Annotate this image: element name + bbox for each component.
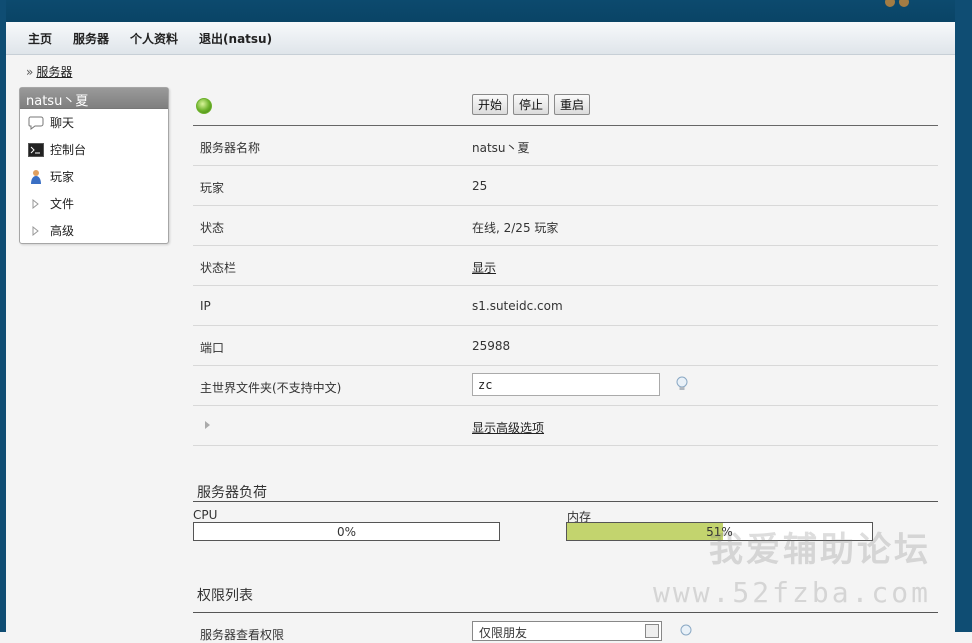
info-row-statusbar: 状态栏 显示 <box>193 246 938 286</box>
info-row-server-name: 服务器名称 natsu丶夏 <box>193 126 938 166</box>
nav-profile[interactable]: 个人资料 <box>130 30 178 47</box>
right-frame <box>955 0 972 632</box>
statusbar-show-link[interactable]: 显示 <box>472 259 496 276</box>
watermark-title: 我爱辅助论坛 <box>709 530 931 570</box>
permission-select-value: 仅限朋友 <box>479 626 528 640</box>
sidebar-item-console[interactable]: 控制台 <box>20 136 168 163</box>
server-load-title: 服务器负荷 <box>197 485 267 501</box>
chevron-down-icon <box>645 624 659 638</box>
nav-logout[interactable]: 退出(natsu) <box>199 30 272 47</box>
expand-arrow-icon <box>28 223 44 239</box>
cpu-meter-value: 0% <box>336 525 357 539</box>
section-divider <box>193 501 938 502</box>
info-key: 服务器名称 <box>200 141 261 155</box>
breadcrumb-separator: » <box>26 65 34 79</box>
sidebar-item-label: 高级 <box>50 224 75 238</box>
console-icon <box>28 142 44 158</box>
lightbulb-icon[interactable] <box>678 624 694 640</box>
sidebar-item-label: 文件 <box>50 197 75 211</box>
info-row-status: 状态 在线, 2/25 玩家 <box>193 206 938 246</box>
breadcrumb: » 服务器 <box>26 63 72 80</box>
info-value: s1.suteidc.com <box>472 299 563 313</box>
restart-button[interactable]: 重启 <box>554 94 591 115</box>
info-key: 状态 <box>200 221 225 235</box>
info-row-advanced: 显示高级选项 <box>193 406 938 446</box>
info-row-ip: IP s1.suteidc.com <box>193 286 938 326</box>
info-row-world-folder: 主世界文件夹(不支持中文) <box>193 366 938 406</box>
show-advanced-options-link[interactable]: 显示高级选项 <box>472 419 544 436</box>
banner-decoration <box>881 0 915 7</box>
sidebar-item-players[interactable]: 玩家 <box>20 163 168 190</box>
expand-arrow-icon <box>28 196 44 212</box>
server-control-row: 开始 停止 重启 <box>193 87 938 126</box>
server-detail: 开始 停止 重启 服务器名称 natsu丶夏 玩家 25 状态 在线, 2/25… <box>193 87 938 446</box>
sidebar-item-label: 聊天 <box>50 116 75 130</box>
nav-servers[interactable]: 服务器 <box>73 30 109 47</box>
info-key: 端口 <box>200 341 225 355</box>
sidebar-item-advanced[interactable]: 高级 <box>20 217 168 244</box>
sidebar-item-label: 控制台 <box>50 143 87 157</box>
nav-home[interactable]: 主页 <box>28 30 52 47</box>
info-key: IP <box>200 299 211 313</box>
sidebar-item-chat[interactable]: 聊天 <box>20 109 168 136</box>
server-menu-title: natsu丶夏 <box>20 88 168 109</box>
permissions-title: 权限列表 <box>197 588 253 604</box>
info-value: 25 <box>472 179 488 193</box>
info-key: 状态栏 <box>200 261 237 275</box>
permission-select[interactable]: 仅限朋友 <box>472 621 662 641</box>
sidebar-item-label: 玩家 <box>50 170 75 184</box>
permission-row-label: 服务器查看权限 <box>200 628 285 642</box>
lightbulb-icon[interactable] <box>674 376 690 392</box>
top-nav: 主页 服务器 个人资料 退出(natsu) <box>6 22 955 55</box>
online-status-icon <box>196 98 212 114</box>
info-row-port: 端口 25988 <box>193 326 938 366</box>
section-divider <box>193 612 938 613</box>
cpu-label: CPU <box>193 508 218 522</box>
info-key: 玩家 <box>200 181 225 195</box>
server-side-menu: natsu丶夏 聊天 控制台 玩家 文件 高级 <box>19 87 169 244</box>
stop-button[interactable]: 停止 <box>513 94 550 115</box>
world-folder-input[interactable] <box>472 373 660 396</box>
cpu-meter: 0% <box>193 522 500 541</box>
info-row-players: 玩家 25 <box>193 166 938 206</box>
info-key: 主世界文件夹(不支持中文) <box>200 381 342 395</box>
watermark-url: www.52fzba.com <box>652 576 931 609</box>
player-icon <box>28 169 44 185</box>
header-banner <box>6 0 955 22</box>
chat-icon <box>28 115 44 131</box>
breadcrumb-servers-link[interactable]: 服务器 <box>36 65 72 79</box>
expand-arrow-icon[interactable] <box>205 421 210 429</box>
sidebar-item-files[interactable]: 文件 <box>20 190 168 217</box>
info-value: 25988 <box>472 339 511 353</box>
page-body: » 服务器 natsu丶夏 聊天 控制台 玩家 文件 高级 开始 停止 重启 服… <box>6 55 955 642</box>
start-button[interactable]: 开始 <box>472 94 509 115</box>
info-value: 在线, 2/25 玩家 <box>472 221 559 235</box>
info-value: natsu丶夏 <box>472 141 530 155</box>
